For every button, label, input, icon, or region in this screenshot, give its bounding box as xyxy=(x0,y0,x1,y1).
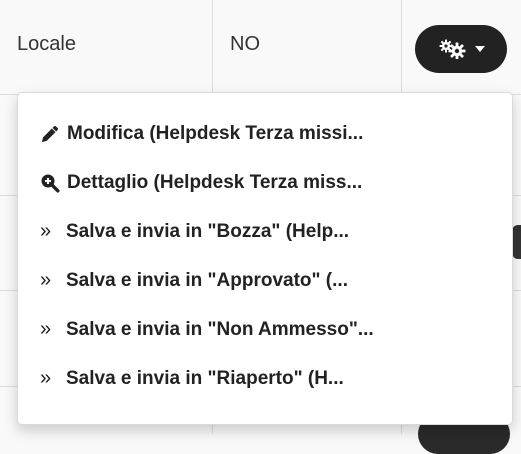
table-cell-flag: NO xyxy=(230,33,260,55)
double-chevron-right-icon: » xyxy=(40,318,51,340)
actions-dropdown-button[interactable] xyxy=(415,25,507,73)
action-button-partial[interactable] xyxy=(512,225,521,259)
menu-item-dettaglio[interactable]: Dettaglio (Helpdesk Terza miss... xyxy=(18,158,512,207)
menu-item-salva-riaperto[interactable]: » Salva e invia in "Riaperto" (H... xyxy=(18,354,512,403)
actions-dropdown-menu: Modifica (Helpdesk Terza missi... Dettag… xyxy=(17,92,513,425)
pencil-icon xyxy=(40,124,62,144)
table-cell-type: Locale xyxy=(17,33,76,55)
menu-item-label: Salva e invia in "Non Ammesso"... xyxy=(66,318,374,340)
menu-item-salva-bozza[interactable]: » Salva e invia in "Bozza" (Help... xyxy=(18,207,512,256)
double-chevron-right-icon: » xyxy=(40,269,51,291)
zoom-in-icon xyxy=(40,173,62,193)
menu-item-label: Salva e invia in "Bozza" (Help... xyxy=(66,220,350,242)
double-chevron-right-icon: » xyxy=(40,220,51,242)
menu-item-label: Salva e invia in "Riaperto" (H... xyxy=(66,367,344,389)
menu-item-label: Dettaglio (Helpdesk Terza miss... xyxy=(67,171,363,193)
menu-item-label: Modifica (Helpdesk Terza missi... xyxy=(67,122,364,144)
double-chevron-right-icon: » xyxy=(40,367,51,389)
menu-item-label: Salva e invia in "Approvato" (... xyxy=(66,269,348,291)
gears-icon xyxy=(438,39,468,59)
menu-item-modifica[interactable]: Modifica (Helpdesk Terza missi... xyxy=(18,109,512,158)
menu-item-salva-approvato[interactable]: » Salva e invia in "Approvato" (... xyxy=(18,256,512,305)
caret-down-icon xyxy=(474,46,485,52)
menu-item-salva-non-ammesso[interactable]: » Salva e invia in "Non Ammesso"... xyxy=(18,305,512,354)
